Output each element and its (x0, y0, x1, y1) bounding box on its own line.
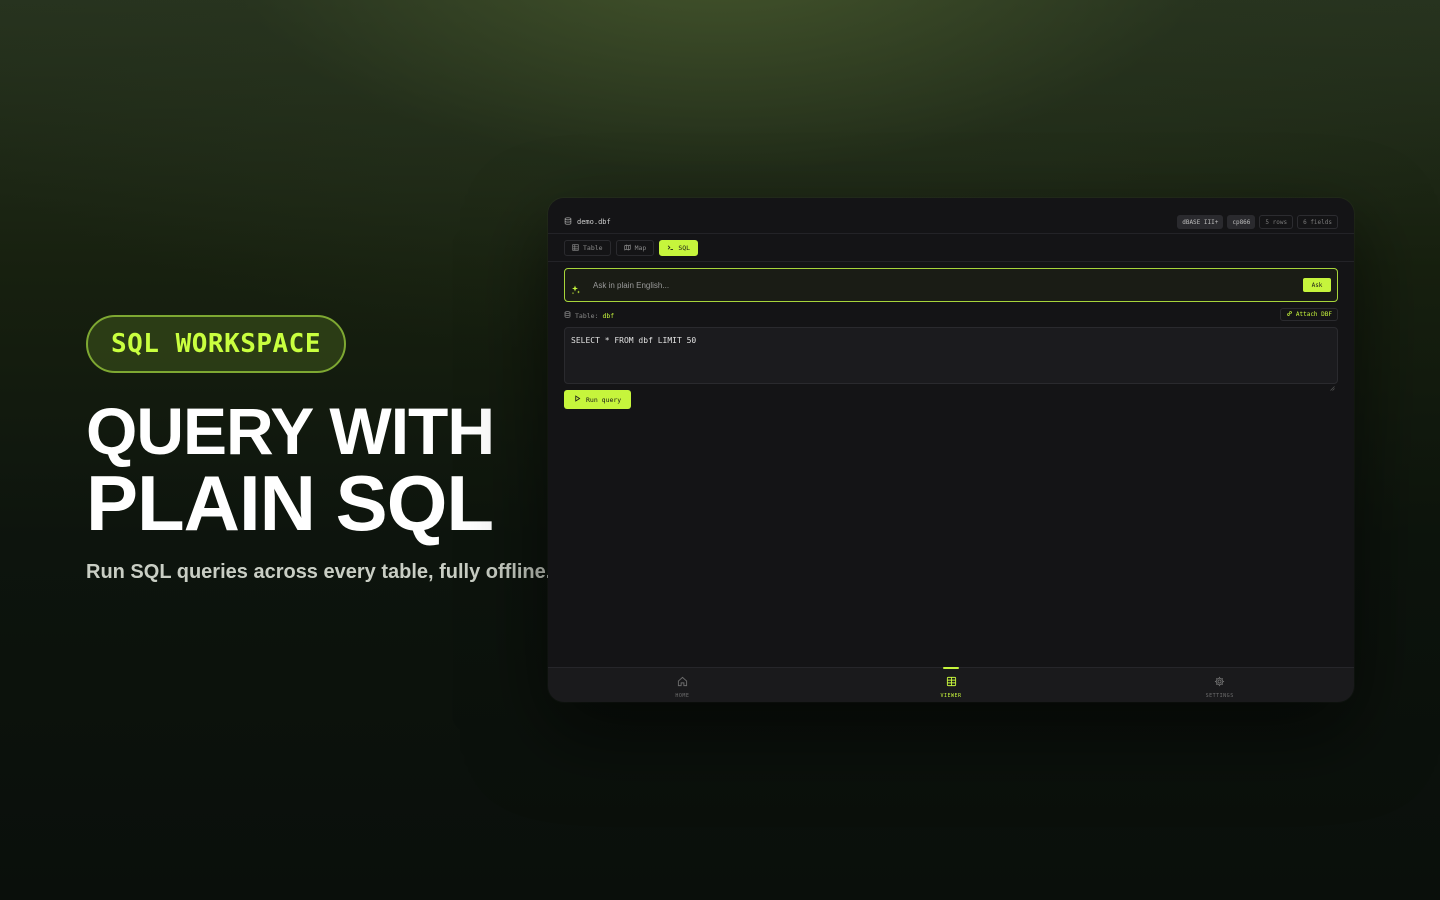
section-badge: SQL WORKSPACE (86, 315, 346, 373)
ask-bar[interactable]: Ask in plain English... Ask (564, 268, 1338, 302)
tab-map-label: Map (634, 244, 647, 252)
sql-query-text[interactable]: SELECT * FROM dbf LIMIT 50 (571, 336, 696, 345)
home-icon (677, 672, 688, 691)
nav-settings[interactable]: SETTINGS (1085, 668, 1354, 702)
table-icon (946, 672, 957, 691)
tab-map[interactable]: Map (615, 240, 655, 256)
attach-dbf-button[interactable]: Attach DBF (1279, 308, 1338, 321)
gear-icon (1214, 672, 1225, 691)
terminal-icon (667, 244, 674, 253)
file-name-label: demo.dbf (577, 218, 611, 226)
file-meta-badges: dBASE III+ cp866 5 rows 6 fields (1177, 215, 1338, 229)
database-icon (564, 311, 571, 320)
headline: QUERY WITH PLAIN SQL (86, 394, 495, 547)
nav-home-label: HOME (675, 692, 690, 699)
table-name: dbf (602, 311, 615, 320)
app-window: demo.dbf dBASE III+ cp866 5 rows 6 field… (548, 198, 1354, 702)
encoding-badge: cp866 (1227, 215, 1256, 229)
tab-sql[interactable]: SQL (659, 240, 699, 256)
table-prefix: Table: (575, 311, 599, 320)
view-tabs: Table Map SQL (564, 240, 699, 256)
app-header: demo.dbf dBASE III+ cp866 5 rows 6 field… (548, 198, 1354, 234)
tab-sql-label: SQL (678, 244, 691, 252)
file-name: demo.dbf (564, 217, 611, 227)
tab-table[interactable]: Table (564, 240, 611, 256)
resize-grip-icon[interactable] (1330, 376, 1335, 391)
tab-table-label: Table (583, 244, 603, 252)
attach-dbf-label: Attach DBF (1295, 311, 1332, 318)
link-icon (1286, 310, 1293, 319)
rows-badge: 5 rows (1259, 215, 1294, 229)
headline-line-1: QUERY WITH (86, 394, 495, 468)
database-icon (564, 217, 572, 227)
ask-button[interactable]: Ask (1303, 278, 1331, 292)
nav-settings-label: SETTINGS (1205, 692, 1234, 699)
run-query-label: Run query (586, 395, 622, 404)
sql-editor[interactable]: SELECT * FROM dbf LIMIT 50 (564, 327, 1338, 391)
tabs-divider (548, 261, 1354, 262)
subheadline: Run SQL queries across every table, full… (86, 561, 552, 583)
grid-icon (572, 243, 579, 253)
headline-line-2: PLAIN SQL (86, 459, 494, 547)
ask-input[interactable]: Ask in plain English... (593, 281, 669, 290)
map-icon (623, 244, 631, 253)
nav-home[interactable]: HOME (548, 668, 817, 702)
sparkle-icon (571, 280, 581, 295)
nav-viewer[interactable]: VIEWER (817, 668, 1086, 702)
run-query-button[interactable]: Run query (564, 390, 632, 409)
bottom-nav: HOME VIEWER SETTINGS (548, 667, 1354, 702)
current-table: Table: dbf (564, 311, 614, 320)
fields-badge: 6 fields (1297, 215, 1338, 229)
play-icon (574, 395, 581, 404)
nav-viewer-label: VIEWER (940, 692, 962, 699)
format-badge: dBASE III+ (1177, 215, 1224, 229)
